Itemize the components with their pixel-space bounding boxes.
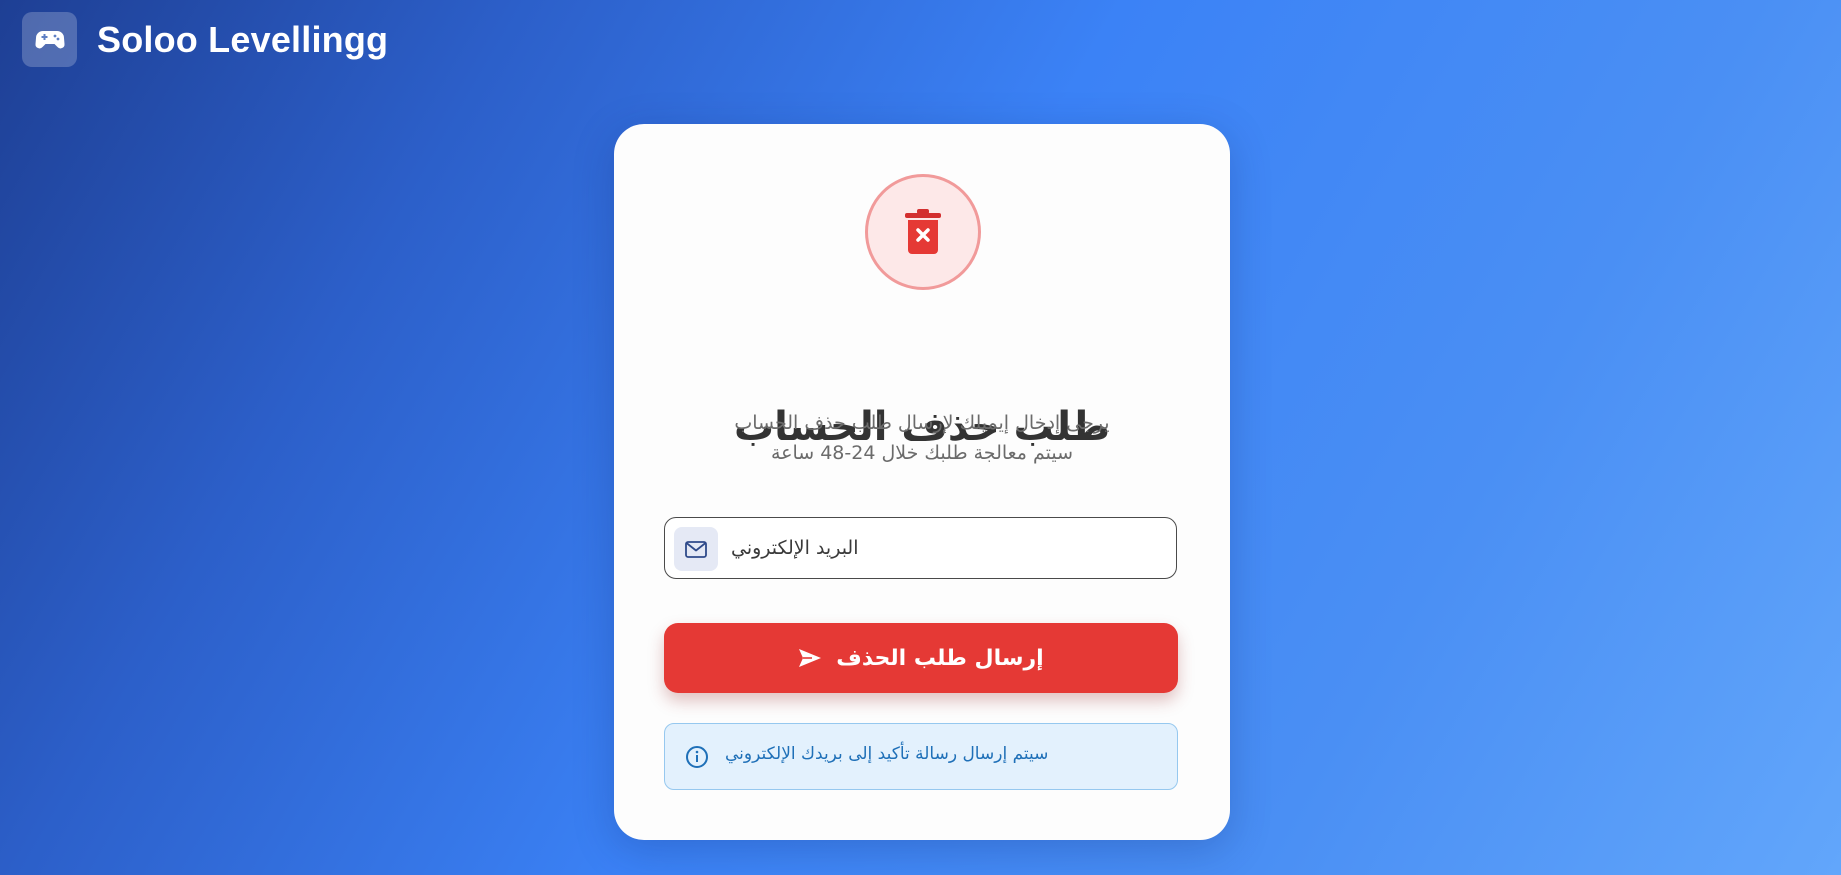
- brand-name[interactable]: Soloo Levellingg: [97, 19, 388, 61]
- page-subtitle: يرجى إدخال إيميلك لإرسال طلب حذف الحساب …: [654, 408, 1190, 468]
- delete-account-card: طلب حذف الحساب يرجى إدخال إيميلك لإرسال …: [614, 124, 1230, 840]
- gamepad-icon[interactable]: [22, 12, 77, 67]
- submit-delete-request-button[interactable]: إرسال طلب الحذف: [664, 623, 1178, 693]
- send-icon: [798, 648, 822, 668]
- subtitle-line: يرجى إدخال إيميلك لإرسال طلب حذف الحساب: [734, 412, 1110, 434]
- submit-button-label: إرسال طلب الحذف: [836, 645, 1044, 671]
- mail-icon: [674, 527, 718, 571]
- trash-x-icon: [865, 174, 981, 290]
- email-field[interactable]: [664, 517, 1177, 579]
- subtitle-line: سيتم معالجة طلبك خلال 24-48 ساعة: [770, 442, 1074, 464]
- brand-header: Soloo Levellingg: [22, 12, 388, 67]
- info-notice: سيتم إرسال رسالة تأكيد إلى بريدك الإلكتر…: [664, 723, 1178, 790]
- email-input[interactable]: [731, 528, 1161, 568]
- info-text: سيتم إرسال رسالة تأكيد إلى بريدك الإلكتر…: [725, 744, 1049, 764]
- info-icon: [685, 745, 709, 773]
